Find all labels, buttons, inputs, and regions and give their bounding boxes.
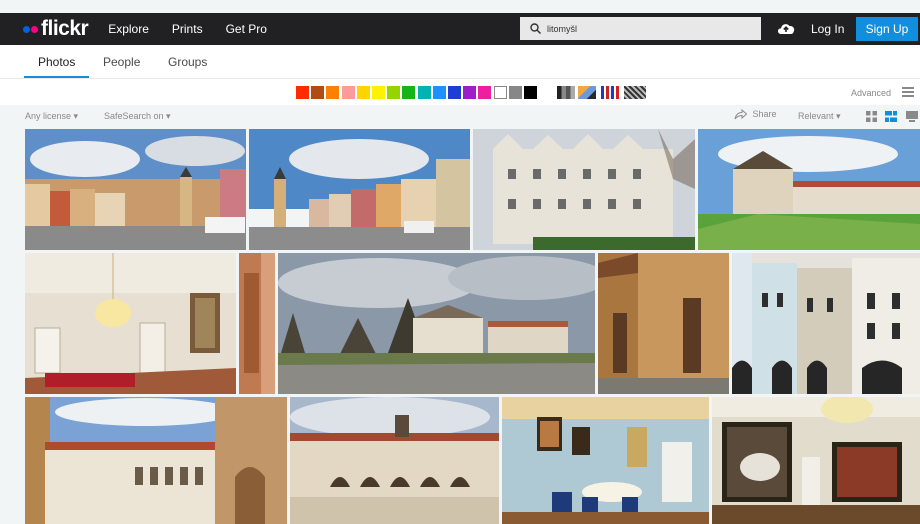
color-swatch[interactable]: [296, 86, 309, 99]
safesearch-dropdown[interactable]: SafeSearch on ▾: [104, 111, 171, 122]
black-white-filter[interactable]: [557, 86, 575, 99]
photo-thumbnail[interactable]: [502, 397, 709, 524]
logo-pink-dot: [31, 25, 38, 33]
photo-thumbnail[interactable]: [25, 129, 246, 250]
license-label: Any license: [25, 111, 72, 121]
photo-thumbnail[interactable]: [290, 397, 499, 524]
sort-dropdown[interactable]: Relevant ▾: [798, 111, 841, 122]
share-button[interactable]: Share: [734, 109, 777, 120]
flickr-logo[interactable]: flickr: [23, 13, 89, 45]
search-box[interactable]: [520, 17, 761, 40]
small-grid-view-icon[interactable]: [866, 111, 877, 122]
color-swatch[interactable]: [508, 86, 522, 99]
filter-bar: Any license ▾ SafeSearch on ▾ Share Rele…: [0, 105, 920, 127]
color-swatch[interactable]: [478, 86, 492, 99]
tab-photos[interactable]: Photos: [23, 45, 90, 78]
main-nav: Explore Prints Get Pro: [108, 22, 290, 36]
sort-label: Relevant: [798, 111, 834, 121]
patterns-filter[interactable]: [624, 86, 646, 99]
license-dropdown[interactable]: Any license ▾: [25, 111, 78, 122]
nav-get-pro[interactable]: Get Pro: [226, 22, 267, 36]
upload-cloud-icon[interactable]: [776, 21, 796, 35]
tab-people[interactable]: People: [103, 45, 140, 78]
color-swatch[interactable]: [448, 86, 461, 99]
color-swatch[interactable]: [372, 86, 385, 99]
photo-thumbnail[interactable]: [598, 253, 729, 394]
color-swatch[interactable]: [311, 86, 325, 99]
color-swatch[interactable]: [387, 86, 401, 99]
photo-thumbnail[interactable]: [278, 253, 595, 394]
advanced-menu-icon[interactable]: [902, 87, 914, 99]
login-link[interactable]: Log In: [811, 22, 844, 36]
photo-thumbnail[interactable]: [25, 253, 236, 394]
color-swatch[interactable]: [524, 86, 537, 99]
shallow-depth-filter[interactable]: [578, 86, 596, 99]
color-swatch[interactable]: [463, 86, 477, 99]
share-label: Share: [752, 109, 777, 119]
color-filter-bar: Advanced: [0, 78, 920, 105]
color-swatch[interactable]: [417, 86, 431, 99]
justified-view-icon[interactable]: [885, 111, 897, 122]
nav-prints[interactable]: Prints: [172, 22, 203, 36]
color-swatch[interactable]: [432, 86, 446, 99]
color-swatch[interactable]: [341, 86, 355, 99]
minimalist-filter[interactable]: [601, 86, 619, 99]
large-view-icon[interactable]: [906, 111, 918, 122]
search-icon: [530, 23, 541, 34]
color-swatch[interactable]: [356, 86, 370, 99]
color-swatch[interactable]: [326, 86, 340, 99]
logo-text: flickr: [41, 17, 89, 40]
photo-thumbnail[interactable]: [239, 253, 275, 394]
color-swatch[interactable]: [493, 86, 507, 99]
share-icon: [734, 109, 748, 120]
search-input[interactable]: [547, 23, 747, 34]
top-navigation-bar: flickr Explore Prints Get Pro Log In Sig…: [0, 13, 920, 45]
signup-button[interactable]: Sign Up: [856, 17, 918, 41]
search-tabs: Photos People Groups: [0, 45, 920, 78]
photo-thumbnail[interactable]: [249, 129, 470, 250]
safesearch-label: SafeSearch on: [104, 111, 164, 121]
advanced-link[interactable]: Advanced: [851, 88, 891, 98]
photo-thumbnail[interactable]: [712, 397, 920, 524]
photo-thumbnail[interactable]: [698, 129, 920, 250]
color-swatch[interactable]: [402, 86, 416, 99]
photo-thumbnail[interactable]: [25, 397, 287, 524]
photo-thumbnail[interactable]: [732, 253, 920, 394]
tab-groups[interactable]: Groups: [168, 45, 207, 78]
nav-explore[interactable]: Explore: [108, 22, 149, 36]
photo-thumbnail[interactable]: [473, 129, 695, 250]
logo-blue-dot: [23, 25, 30, 33]
